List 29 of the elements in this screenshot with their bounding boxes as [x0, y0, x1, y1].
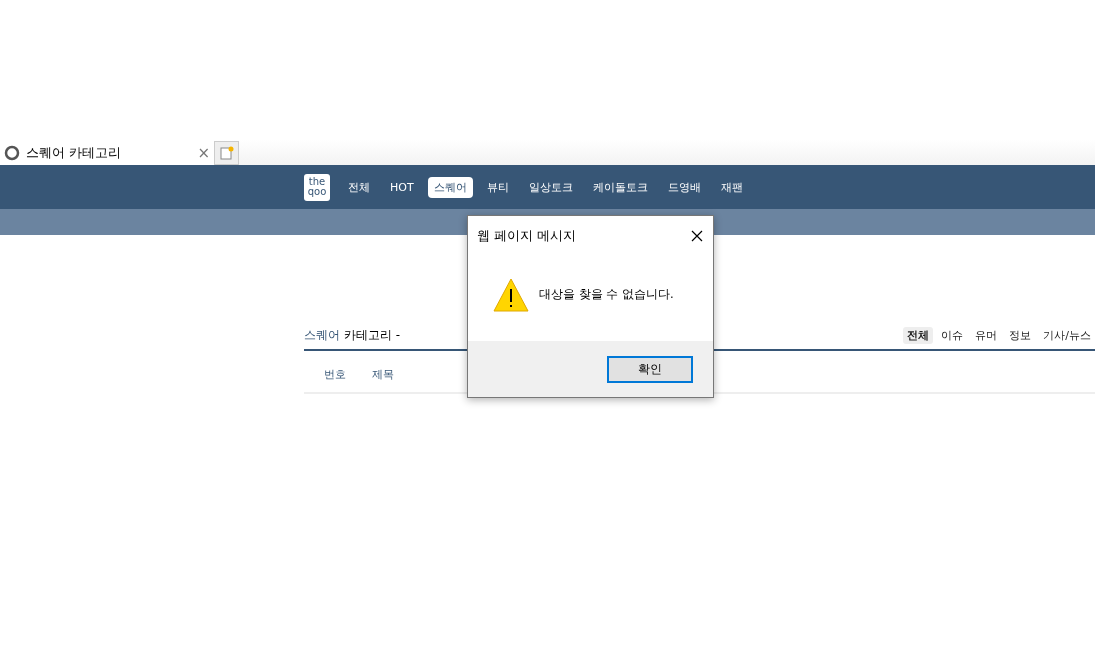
nav-link[interactable]: 케이돌토크	[586, 176, 654, 198]
category-filter[interactable]: 유머	[971, 327, 1002, 344]
close-icon[interactable]	[691, 229, 703, 242]
close-button[interactable]: ×	[197, 143, 210, 162]
column-header: 번호	[324, 367, 346, 382]
tab-title: 스퀘어 카테고리	[26, 143, 123, 162]
nav-link[interactable]: 전체	[342, 176, 376, 198]
category-filter[interactable]: 이슈	[937, 327, 968, 344]
category-filter[interactable]: 전체	[903, 327, 934, 344]
nav-link[interactable]: 뷰티	[480, 176, 515, 198]
logo-text: the	[308, 177, 326, 187]
dialog-title: 웹 페이지 메시지	[477, 226, 577, 245]
loading-icon	[4, 144, 20, 161]
logo-text: qoo	[307, 187, 327, 197]
category-filter[interactable]: 정보	[1005, 327, 1036, 344]
nav-link[interactable]: HOT	[384, 177, 420, 197]
nav-link[interactable]: 스퀘어	[427, 176, 473, 198]
ok-button[interactable]: 확인	[607, 355, 693, 383]
category-filter[interactable]: 기사/뉴스	[1039, 327, 1095, 344]
page-heading: 카테고리 -	[344, 327, 401, 344]
nav-link[interactable]: 드영배	[661, 176, 707, 198]
dialog-message: 대상을 찾을 수 없습니다.	[539, 287, 674, 302]
site-logo[interactable]: the qoo	[304, 173, 330, 201]
column-header: 제목	[372, 367, 394, 382]
nav-link[interactable]: 일상토크	[522, 176, 579, 198]
new-page-icon	[219, 145, 234, 160]
nav-link[interactable]: 재팬	[714, 176, 749, 198]
warning-icon	[493, 277, 529, 312]
board-name[interactable]: 스퀘어	[304, 327, 340, 344]
